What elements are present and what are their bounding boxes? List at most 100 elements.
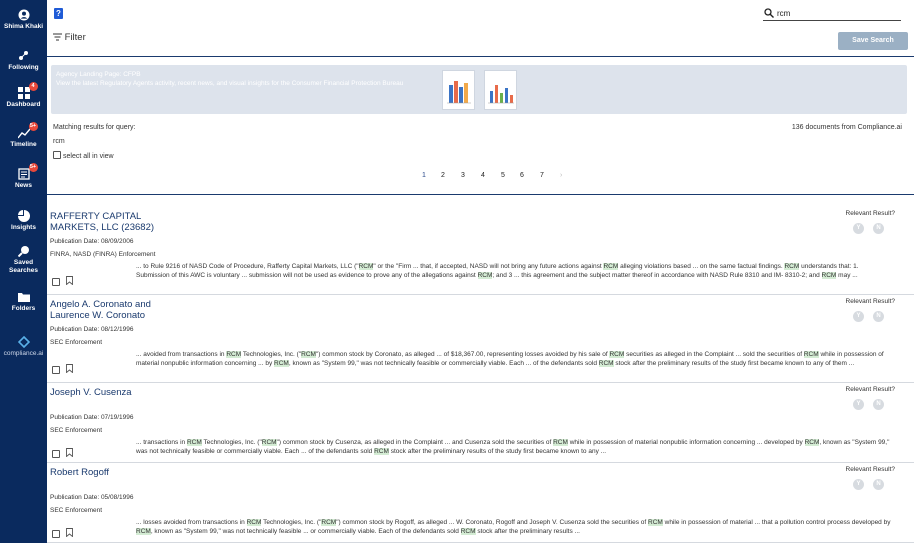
page-link[interactable]: 1 <box>422 172 426 179</box>
sidebar-item-timeline[interactable]: 5+ Timeline <box>0 122 47 149</box>
result-row: Angelo A. Coronato and Laurence W. Coron… <box>47 295 914 383</box>
checkbox[interactable] <box>53 151 61 159</box>
user-menu[interactable]: Shima Khaki <box>0 9 47 31</box>
chart-thumbnail[interactable] <box>484 70 517 110</box>
chart-thumbnail[interactable] <box>442 70 475 110</box>
saved-searches-icon <box>17 245 30 258</box>
brand-name: compliance.ai <box>3 350 44 357</box>
dashboard-icon: 4 <box>17 82 38 99</box>
relevant-result-label: Relevant Result? <box>845 210 896 217</box>
result-row: RAFFERTY CAPITAL MARKETS, LLC (23682) Pub… <box>47 195 914 295</box>
result-source: SEC Enforcement <box>50 507 103 514</box>
highlight: RCM <box>784 263 800 270</box>
result-title[interactable]: Angelo A. Coronato and Laurence W. Coron… <box>50 299 160 321</box>
sidebar-item-label: Following <box>8 64 39 71</box>
result-row: Joseph V. Cusenza Publication Date: 07/19… <box>47 383 914 463</box>
save-search-button[interactable]: Save Search <box>838 32 908 50</box>
result-snippet: ... to Rule 9216 of NASD Code of Procedu… <box>136 263 859 279</box>
brand-logo[interactable]: compliance.ai <box>0 335 47 358</box>
result-checkbox[interactable] <box>52 278 60 286</box>
page-link[interactable]: 4 <box>481 172 485 179</box>
relevant-no-button[interactable]: N <box>873 399 884 410</box>
select-all-label: select all in view <box>63 153 114 160</box>
relevant-result-label: Relevant Result? <box>845 298 896 305</box>
following-icon <box>18 50 30 62</box>
highlight: RCM <box>136 527 151 535</box>
sidebar-item-insights[interactable]: Insights <box>0 210 47 232</box>
sidebar-item-label: Saved Searches <box>9 259 38 274</box>
result-source: SEC Enforcement <box>50 427 103 434</box>
highlight: RCM <box>321 519 337 526</box>
result-actions <box>52 360 73 378</box>
query-term: rcm <box>53 138 65 145</box>
sidebar-item-saved-searches[interactable]: Saved Searches <box>0 245 47 275</box>
page-link[interactable]: 3 <box>461 172 465 179</box>
result-checkbox[interactable] <box>52 366 60 374</box>
result-actions <box>52 524 73 542</box>
sidebar-item-following[interactable]: Following <box>0 50 47 72</box>
relevant-no-button[interactable]: N <box>873 479 884 490</box>
result-checkbox[interactable] <box>52 530 60 538</box>
document-count: 136 documents from Compliance.ai <box>791 124 902 131</box>
relevant-result-label: Relevant Result? <box>845 466 896 473</box>
highlight: RCM <box>603 263 619 270</box>
bookmark-icon[interactable] <box>66 276 73 286</box>
result-title[interactable]: Robert Rogoff <box>50 467 160 478</box>
sidebar-item-dashboard[interactable]: 4 Dashboard <box>0 82 47 109</box>
sidebar-item-news[interactable]: 5+ News <box>0 163 47 190</box>
bookmark-icon[interactable] <box>66 364 73 374</box>
search-icon <box>764 8 774 18</box>
publication-date: Publication Date: 08/09/2006 <box>50 238 134 245</box>
relevant-yes-button[interactable]: Y <box>853 223 864 234</box>
select-all-checkbox[interactable]: select all in view <box>53 151 114 160</box>
matching-label: Matching results for query: <box>53 124 136 131</box>
relevant-no-button[interactable]: N <box>873 311 884 322</box>
timeline-icon: 5+ <box>16 122 38 139</box>
search-box[interactable] <box>763 6 901 21</box>
user-icon <box>18 9 30 21</box>
help-icon[interactable]: ? <box>54 8 63 19</box>
folder-icon <box>17 291 30 303</box>
main-content: ? Filter Save Search Agency Landing Page… <box>47 0 914 543</box>
highlight: RCM <box>374 447 389 455</box>
page-link[interactable]: 7 <box>540 172 544 179</box>
page-link[interactable]: 2 <box>441 172 445 179</box>
highlight: RCM <box>477 271 493 279</box>
highlight: RCM <box>648 519 663 526</box>
timeline-badge: 5+ <box>28 122 38 131</box>
user-name: Shima Khaki <box>3 23 43 30</box>
bookmark-icon[interactable] <box>66 528 73 538</box>
filter-button[interactable]: Filter <box>53 32 86 43</box>
agency-banner[interactable]: Agency Landing Page: CFPB View the lates… <box>51 65 907 114</box>
relevant-yes-button[interactable]: Y <box>853 311 864 322</box>
page-link[interactable]: 6 <box>520 172 524 179</box>
relevant-yes-button[interactable]: Y <box>853 479 864 490</box>
highlight: RCM <box>460 527 476 535</box>
sidebar-item-label: News <box>15 182 32 189</box>
sidebar-item-label: Insights <box>11 224 36 231</box>
publication-date: Publication Date: 07/19/1996 <box>50 414 134 421</box>
result-snippet: ... losses avoided from transactions in … <box>136 519 891 535</box>
relevant-no-button[interactable]: N <box>873 223 884 234</box>
result-source: SEC Enforcement <box>50 339 103 346</box>
compliance-logo-icon <box>17 335 30 349</box>
result-title[interactable]: Joseph V. Cusenza <box>50 387 160 398</box>
highlight: RCM <box>609 351 625 358</box>
bookmark-icon[interactable] <box>66 448 73 458</box>
relevant-yes-button[interactable]: Y <box>853 399 864 410</box>
result-title[interactable]: RAFFERTY CAPITAL MARKETS, LLC (23682) <box>50 211 160 233</box>
result-source: FINRA, NASD (FINRA) Enforcement <box>50 251 156 258</box>
result-checkbox[interactable] <box>52 450 60 458</box>
result-actions <box>52 444 73 462</box>
highlight: RCM <box>358 263 374 270</box>
highlight: RCM <box>274 359 289 367</box>
highlight: RCM <box>804 439 820 446</box>
page-link[interactable]: 5 <box>501 172 505 179</box>
dashboard-badge: 4 <box>28 82 38 91</box>
result-row: Robert Rogoff Publication Date: 05/08/199… <box>47 463 914 543</box>
sidebar-item-label: Timeline <box>10 141 37 148</box>
search-input[interactable] <box>777 7 897 19</box>
highlight: RCM <box>553 439 568 446</box>
next-page-icon[interactable]: › <box>560 172 562 179</box>
sidebar-item-folders[interactable]: Folders <box>0 291 47 313</box>
